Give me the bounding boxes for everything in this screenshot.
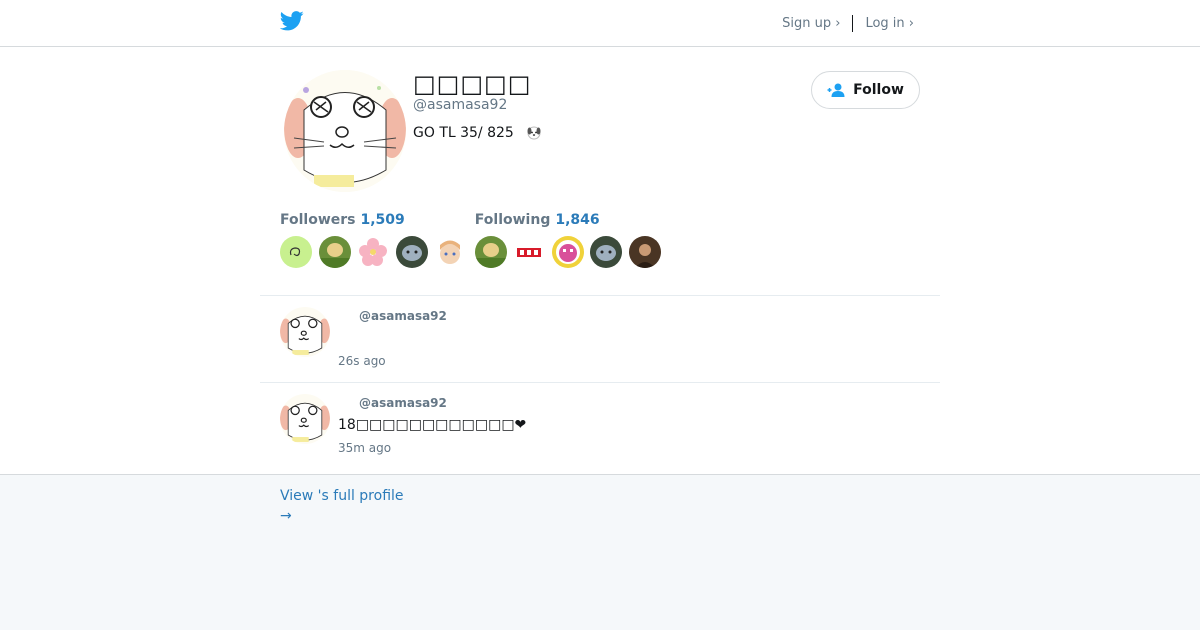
cat-avatar-icon [395,236,428,268]
auth-links: Sign up › Log in › [782,15,914,32]
follow-avatars [280,236,667,268]
tweet-avatar[interactable] [280,394,330,444]
green-cursive-avatar-icon [280,236,312,268]
tweet-timestamp[interactable]: 26s ago [338,354,386,368]
footer: View 's full profile → [0,474,1200,630]
following-avatar[interactable] [590,236,622,268]
cat-avatar-icon [590,236,622,268]
display-name: □□□□□ [413,70,532,98]
divider [852,15,854,32]
followers-count: 1,509 [360,212,405,228]
seal-avatar-icon [284,70,406,192]
tweet-handle[interactable]: @asamasa92 [359,309,447,323]
seal-avatar-icon [280,307,330,357]
following-count: 1,846 [555,212,600,228]
dog-grass-avatar-icon [318,236,351,268]
bio-text: GO TL 35/ 825 [413,125,514,141]
pink-flower-avatar-icon [357,236,389,268]
profile-handle: @asamasa92 [413,97,508,113]
add-user-icon [827,83,845,97]
follower-avatar[interactable] [280,236,312,268]
login-link[interactable]: Log in › [865,16,914,31]
top-bar: Sign up › Log in › [0,0,1200,47]
profile-stats: Followers 1,509 Following 1,846 [280,212,600,228]
signup-link[interactable]: Sign up › [782,16,840,31]
following-avatar[interactable] [551,236,584,268]
main-content: □□□□□ @asamasa92 GO TL 35/ 825 Follow Fo… [260,47,940,474]
follow-label: Follow [853,82,904,98]
red-logo-avatar-icon [513,236,545,268]
follower-avatar[interactable] [434,236,466,268]
follower-avatar[interactable] [395,236,428,268]
person-avatar-icon [628,236,661,268]
follower-avatar[interactable] [318,236,351,268]
following-avatar[interactable] [474,236,507,268]
profile-avatar[interactable] [284,70,406,192]
arrow-link[interactable]: → [280,506,920,526]
follower-avatar[interactable] [357,236,389,268]
anime-avatar-icon [434,236,466,268]
profile-bio: GO TL 35/ 825 [413,125,542,141]
tweet-avatar[interactable] [280,307,330,357]
follow-button[interactable]: Follow [811,71,920,109]
tweet-item[interactable]: @asamasa92 18□□□□□□□□□□□□❤ 35m ago [260,382,940,469]
tweet-text: 18□□□□□□□□□□□□❤ [338,417,527,433]
twitter-bird-icon[interactable] [280,10,304,32]
tweet-handle[interactable]: @asamasa92 [359,396,447,410]
profile-header: □□□□□ @asamasa92 GO TL 35/ 825 Follow Fo… [260,47,940,295]
seal-avatar-icon [280,394,330,444]
following-label: Following [474,212,551,228]
dog-emoji-icon [527,126,541,140]
view-full-profile-link[interactable]: View 's full profile [280,486,920,506]
following-stat[interactable]: Following 1,846 [475,212,600,228]
followers-stat[interactable]: Followers 1,509 [280,212,405,228]
following-avatar[interactable] [628,236,661,268]
tweet-timestamp[interactable]: 35m ago [338,441,391,455]
following-avatar[interactable] [513,236,545,268]
tweet-item[interactable]: @asamasa92 26s ago [260,295,940,382]
pink-character-avatar-icon [551,236,584,268]
dog-grass-avatar-icon [474,236,507,268]
followers-label: Followers [280,212,356,228]
